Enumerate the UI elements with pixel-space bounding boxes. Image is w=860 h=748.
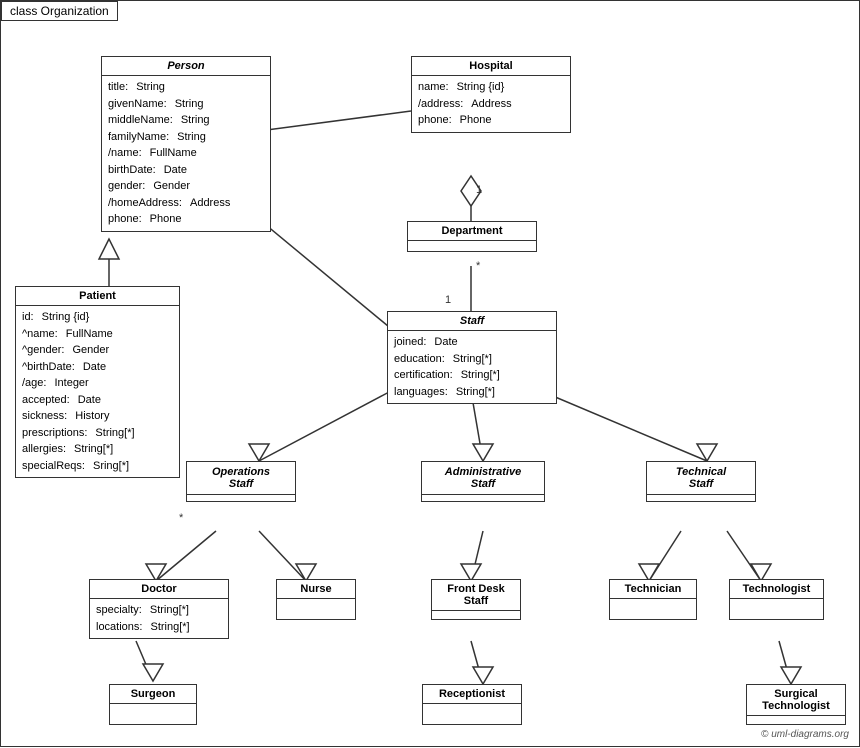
operations-staff-header: OperationsStaff — [187, 462, 295, 495]
technical-staff-class: TechnicalStaff — [646, 461, 756, 502]
front-desk-header: Front DeskStaff — [432, 580, 520, 611]
person-body: title:String givenName:String middleName… — [102, 76, 270, 231]
surgeon-class: Surgeon — [109, 684, 197, 725]
svg-text:*: * — [476, 260, 481, 272]
diagram-container: class Organization — [0, 0, 860, 747]
department-class: Department — [407, 221, 537, 252]
department-header: Department — [408, 222, 536, 241]
front-desk-staff-class: Front DeskStaff — [431, 579, 521, 620]
surgical-technologist-header: SurgicalTechnologist — [747, 685, 845, 716]
patient-body: id:String {id} ^name:FullName ^gender:Ge… — [16, 306, 179, 477]
surgical-technologist-class: SurgicalTechnologist — [746, 684, 846, 725]
svg-text:1: 1 — [445, 294, 451, 306]
diagram-title: class Organization — [1, 1, 118, 21]
copyright: © uml-diagrams.org — [761, 729, 849, 740]
doctor-class: Doctor specialty:String[*] locations:Str… — [89, 579, 229, 639]
svg-text:*: * — [179, 512, 184, 524]
nurse-class: Nurse — [276, 579, 356, 620]
person-class: Person title:String givenName:String mid… — [101, 56, 271, 232]
technician-class: Technician — [609, 579, 697, 620]
doctor-body: specialty:String[*] locations:String[*] — [90, 599, 228, 638]
person-header: Person — [102, 57, 270, 76]
department-body — [408, 241, 536, 251]
surgeon-header: Surgeon — [110, 685, 196, 704]
administrative-staff-class: AdministrativeStaff — [421, 461, 545, 502]
staff-class: Staff joined:Date education:String[*] ce… — [387, 311, 557, 404]
nurse-header: Nurse — [277, 580, 355, 599]
patient-class: Patient id:String {id} ^name:FullName ^g… — [15, 286, 180, 478]
receptionist-class: Receptionist — [422, 684, 522, 725]
technical-staff-header: TechnicalStaff — [647, 462, 755, 495]
technologist-header: Technologist — [730, 580, 823, 599]
technologist-class: Technologist — [729, 579, 824, 620]
hospital-header: Hospital — [412, 57, 570, 76]
svg-text:1: 1 — [476, 184, 482, 196]
receptionist-header: Receptionist — [423, 685, 521, 704]
administrative-staff-header: AdministrativeStaff — [422, 462, 544, 495]
staff-body: joined:Date education:String[*] certific… — [388, 331, 556, 403]
operations-staff-class: OperationsStaff — [186, 461, 296, 502]
patient-header: Patient — [16, 287, 179, 306]
doctor-header: Doctor — [90, 580, 228, 599]
hospital-class: Hospital name:String {id} /address:Addre… — [411, 56, 571, 133]
technician-header: Technician — [610, 580, 696, 599]
hospital-body: name:String {id} /address:Address phone:… — [412, 76, 570, 132]
staff-header: Staff — [388, 312, 556, 331]
